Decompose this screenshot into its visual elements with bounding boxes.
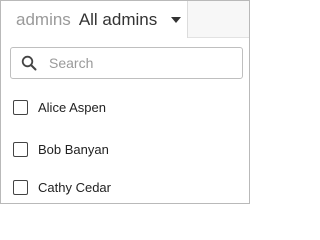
filter-key-label: admins — [16, 9, 71, 29]
admin-name: Bob Banyan — [38, 141, 109, 157]
search-box[interactable] — [10, 47, 243, 79]
admin-name: Alice Aspen — [38, 99, 106, 115]
filter-value-label: All admins — [78, 9, 158, 29]
list-item[interactable]: Cathy Cedar — [1, 172, 249, 202]
checkbox[interactable] — [13, 179, 28, 195]
search-input[interactable] — [49, 55, 229, 71]
admins-filter-button[interactable]: admins All admins — [1, 1, 188, 38]
list-item[interactable]: Alice Aspen — [1, 92, 249, 122]
list-item[interactable]: Bob Banyan — [1, 134, 249, 164]
caret-down-icon — [171, 16, 182, 23]
admin-name: Cathy Cedar — [38, 179, 111, 195]
checkbox[interactable] — [13, 141, 28, 157]
admin-filter-dropdown: admins All admins Alice Aspen Bob Banyan… — [0, 0, 250, 204]
search-icon — [21, 55, 37, 71]
checkbox[interactable] — [13, 99, 28, 115]
